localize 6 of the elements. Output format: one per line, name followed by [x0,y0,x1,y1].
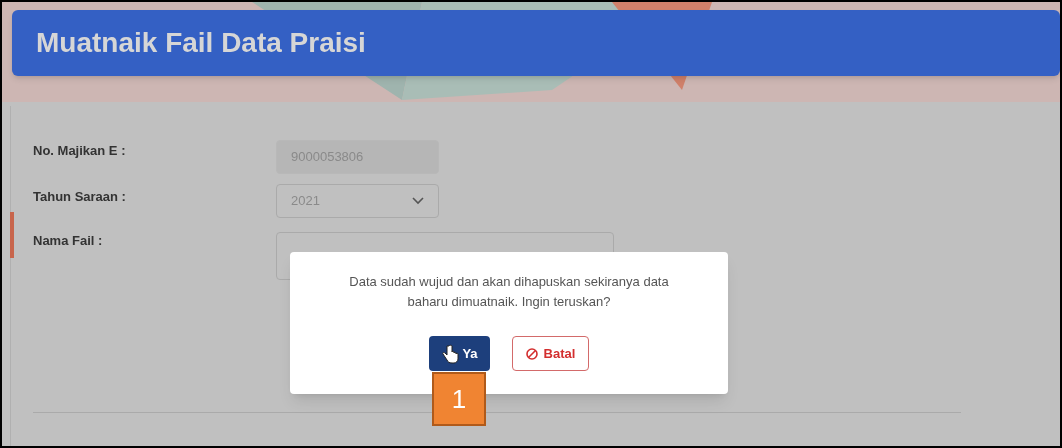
field-label: Tahun Saraan : [33,188,127,206]
page-title: Muatnaik Fail Data Praisi [36,26,366,60]
field-label: No. Majikan E : [33,142,127,160]
step-callout: 1 [432,372,486,426]
field-label: Nama Fail : [33,232,104,250]
dialog-message: Data sudah wujud dan akan dihapuskan sekiranya data baharu dimuatnaik. Ingin teruskan? [349,273,669,311]
